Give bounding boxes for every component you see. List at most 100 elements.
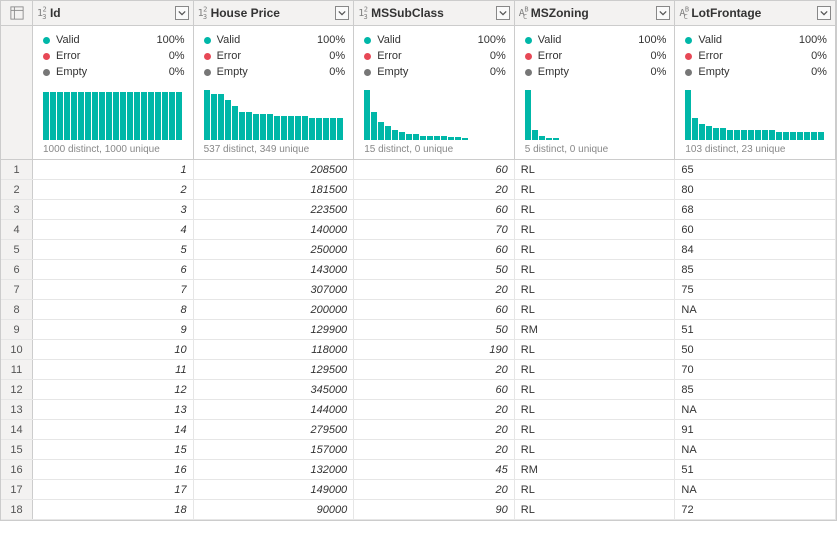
cell[interactable]: 70 — [675, 360, 836, 379]
cell[interactable]: 2 — [33, 180, 194, 199]
column-header[interactable]: 123MSSubClass — [354, 1, 515, 25]
column-filter-dropdown[interactable] — [656, 6, 670, 20]
cell[interactable]: 190 — [354, 340, 515, 359]
row-number[interactable]: 13 — [1, 400, 33, 419]
cell[interactable]: RM — [515, 320, 676, 339]
cell[interactable]: 14 — [33, 420, 194, 439]
cell[interactable]: 8 — [33, 300, 194, 319]
cell[interactable]: 12 — [33, 380, 194, 399]
row-number[interactable]: 9 — [1, 320, 33, 339]
table-row[interactable]: 121234500060RL85 — [1, 380, 836, 400]
row-number[interactable]: 15 — [1, 440, 33, 459]
cell[interactable]: NA — [675, 480, 836, 499]
cell[interactable]: 143000 — [194, 260, 355, 279]
cell[interactable]: 129900 — [194, 320, 355, 339]
cell[interactable]: 90 — [354, 500, 515, 519]
cell[interactable]: 45 — [354, 460, 515, 479]
cell[interactable]: 4 — [33, 220, 194, 239]
cell[interactable]: 65 — [675, 160, 836, 179]
table-row[interactable]: 18189000090RL72 — [1, 500, 836, 520]
column-filter-dropdown[interactable] — [335, 6, 349, 20]
table-row[interactable]: 2218150020RL80 — [1, 180, 836, 200]
cell[interactable]: 307000 — [194, 280, 355, 299]
table-row[interactable]: 141427950020RL91 — [1, 420, 836, 440]
cell[interactable]: 18 — [33, 500, 194, 519]
table-row[interactable]: 7730700020RL75 — [1, 280, 836, 300]
cell[interactable]: NA — [675, 440, 836, 459]
table-row[interactable]: 1010118000190RL50 — [1, 340, 836, 360]
table-row[interactable]: 111112950020RL70 — [1, 360, 836, 380]
table-row[interactable]: 8820000060RLNA — [1, 300, 836, 320]
cell[interactable]: NA — [675, 300, 836, 319]
cell[interactable]: 16 — [33, 460, 194, 479]
distribution-histogram[interactable] — [43, 88, 185, 140]
cell[interactable]: RL — [515, 400, 676, 419]
cell[interactable]: 20 — [354, 440, 515, 459]
table-row[interactable]: 171714900020RLNA — [1, 480, 836, 500]
cell[interactable]: 208500 — [194, 160, 355, 179]
cell[interactable]: 20 — [354, 480, 515, 499]
column-filter-dropdown[interactable] — [496, 6, 510, 20]
distribution-histogram[interactable] — [525, 88, 667, 140]
table-row[interactable]: 161613200045RM51 — [1, 460, 836, 480]
row-number[interactable]: 7 — [1, 280, 33, 299]
table-row[interactable]: 6614300050RL85 — [1, 260, 836, 280]
table-row[interactable]: 4414000070RL60 — [1, 220, 836, 240]
cell[interactable]: RL — [515, 440, 676, 459]
column-header[interactable]: ABCMSZoning — [515, 1, 676, 25]
column-filter-dropdown[interactable] — [175, 6, 189, 20]
cell[interactable]: 15 — [33, 440, 194, 459]
cell[interactable]: 91 — [675, 420, 836, 439]
cell[interactable]: 250000 — [194, 240, 355, 259]
cell[interactable]: 13 — [33, 400, 194, 419]
table-corner[interactable] — [1, 1, 33, 25]
cell[interactable]: RL — [515, 260, 676, 279]
type-icon-number[interactable]: 123 — [37, 8, 46, 19]
row-number[interactable]: 5 — [1, 240, 33, 259]
cell[interactable]: 84 — [675, 240, 836, 259]
row-number[interactable]: 6 — [1, 260, 33, 279]
column-header[interactable]: 123Id — [33, 1, 194, 25]
cell[interactable]: RL — [515, 200, 676, 219]
cell[interactable]: 60 — [354, 300, 515, 319]
cell[interactable]: 50 — [675, 340, 836, 359]
cell[interactable]: 20 — [354, 420, 515, 439]
row-number[interactable]: 10 — [1, 340, 33, 359]
cell[interactable]: 144000 — [194, 400, 355, 419]
row-number[interactable]: 8 — [1, 300, 33, 319]
row-number[interactable]: 17 — [1, 480, 33, 499]
row-number[interactable]: 12 — [1, 380, 33, 399]
cell[interactable]: 1 — [33, 160, 194, 179]
cell[interactable]: 17 — [33, 480, 194, 499]
table-row[interactable]: 5525000060RL84 — [1, 240, 836, 260]
cell[interactable]: RL — [515, 180, 676, 199]
cell[interactable]: RL — [515, 500, 676, 519]
cell[interactable]: 279500 — [194, 420, 355, 439]
cell[interactable]: 10 — [33, 340, 194, 359]
row-number[interactable]: 1 — [1, 160, 33, 179]
row-number[interactable]: 16 — [1, 460, 33, 479]
distribution-histogram[interactable] — [685, 88, 827, 140]
cell[interactable]: RL — [515, 340, 676, 359]
cell[interactable]: RL — [515, 420, 676, 439]
table-row[interactable]: 1120850060RL65 — [1, 160, 836, 180]
cell[interactable]: 7 — [33, 280, 194, 299]
cell[interactable]: 60 — [354, 240, 515, 259]
cell[interactable]: 60 — [354, 160, 515, 179]
cell[interactable]: 80 — [675, 180, 836, 199]
distribution-histogram[interactable] — [364, 88, 506, 140]
table-row[interactable]: 131314400020RLNA — [1, 400, 836, 420]
cell[interactable]: RL — [515, 240, 676, 259]
cell[interactable]: 181500 — [194, 180, 355, 199]
cell[interactable]: 90000 — [194, 500, 355, 519]
table-row[interactable]: 3322350060RL68 — [1, 200, 836, 220]
cell[interactable]: RL — [515, 280, 676, 299]
row-number[interactable]: 11 — [1, 360, 33, 379]
cell[interactable]: 149000 — [194, 480, 355, 499]
cell[interactable]: RL — [515, 220, 676, 239]
cell[interactable]: 60 — [354, 380, 515, 399]
table-row[interactable]: 9912990050RM51 — [1, 320, 836, 340]
cell[interactable]: 68 — [675, 200, 836, 219]
cell[interactable]: RL — [515, 160, 676, 179]
cell[interactable]: NA — [675, 400, 836, 419]
